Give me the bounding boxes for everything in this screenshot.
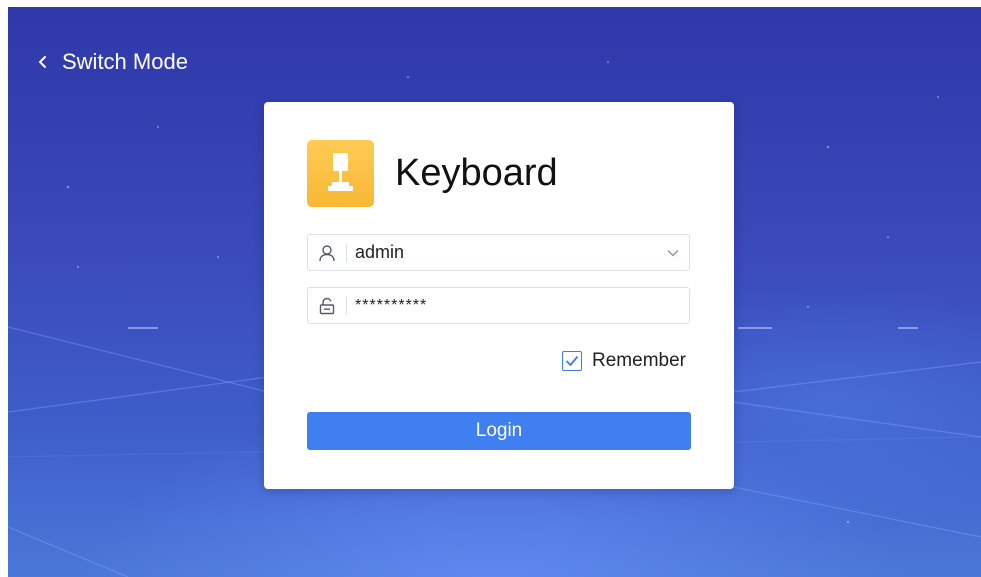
username-field[interactable]: admin: [307, 234, 690, 271]
switch-mode-button[interactable]: Switch Mode: [38, 49, 188, 75]
keyboard-tool-icon: [328, 153, 353, 191]
checkbox-checked-icon[interactable]: [562, 351, 583, 371]
remember-label: Remember: [592, 350, 686, 371]
login-screen: Switch Mode Keyboard admin ********** Re…: [8, 7, 981, 577]
username-value[interactable]: admin: [347, 242, 657, 263]
chevron-left-icon: [39, 56, 46, 68]
page-title: Keyboard: [395, 152, 558, 194]
lock-icon: [308, 287, 346, 324]
password-value[interactable]: **********: [347, 297, 689, 315]
switch-mode-label: Switch Mode: [62, 49, 188, 74]
chevron-down-icon[interactable]: [657, 234, 689, 271]
login-card: Keyboard admin ********** Remember Login: [264, 102, 734, 489]
password-field[interactable]: **********: [307, 287, 690, 324]
remember-checkbox[interactable]: Remember: [562, 347, 686, 375]
logo-icon: [307, 140, 374, 207]
user-icon: [308, 234, 346, 271]
login-button[interactable]: Login: [307, 412, 691, 450]
